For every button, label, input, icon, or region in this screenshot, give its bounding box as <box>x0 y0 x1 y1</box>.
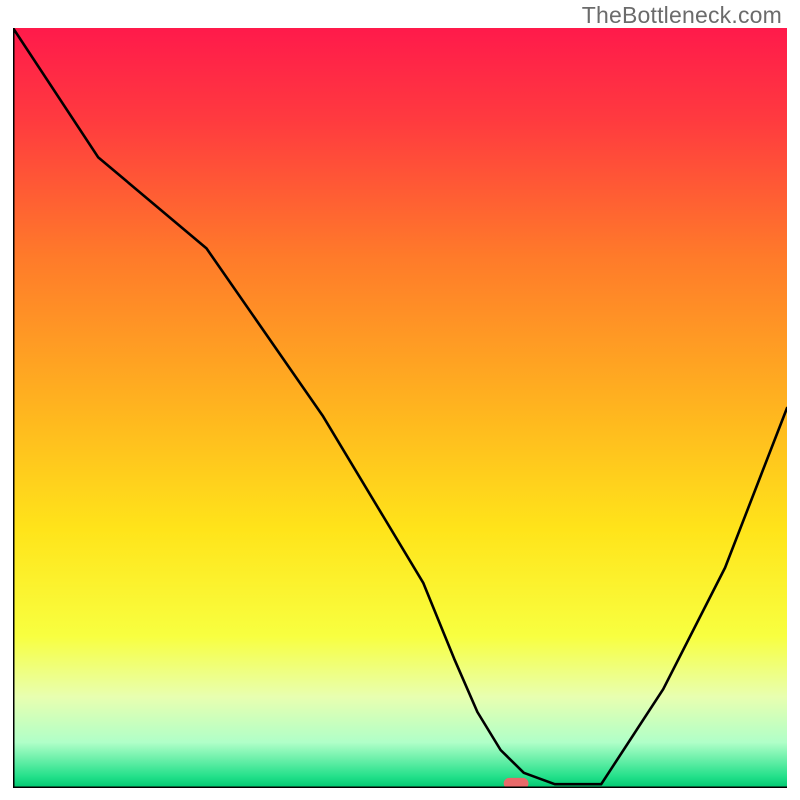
chart-container: TheBottleneck.com <box>0 0 800 800</box>
bottleneck-chart <box>13 28 787 788</box>
chart-svg <box>13 28 787 788</box>
watermark-text: TheBottleneck.com <box>582 2 782 29</box>
optimal-marker <box>504 778 529 788</box>
